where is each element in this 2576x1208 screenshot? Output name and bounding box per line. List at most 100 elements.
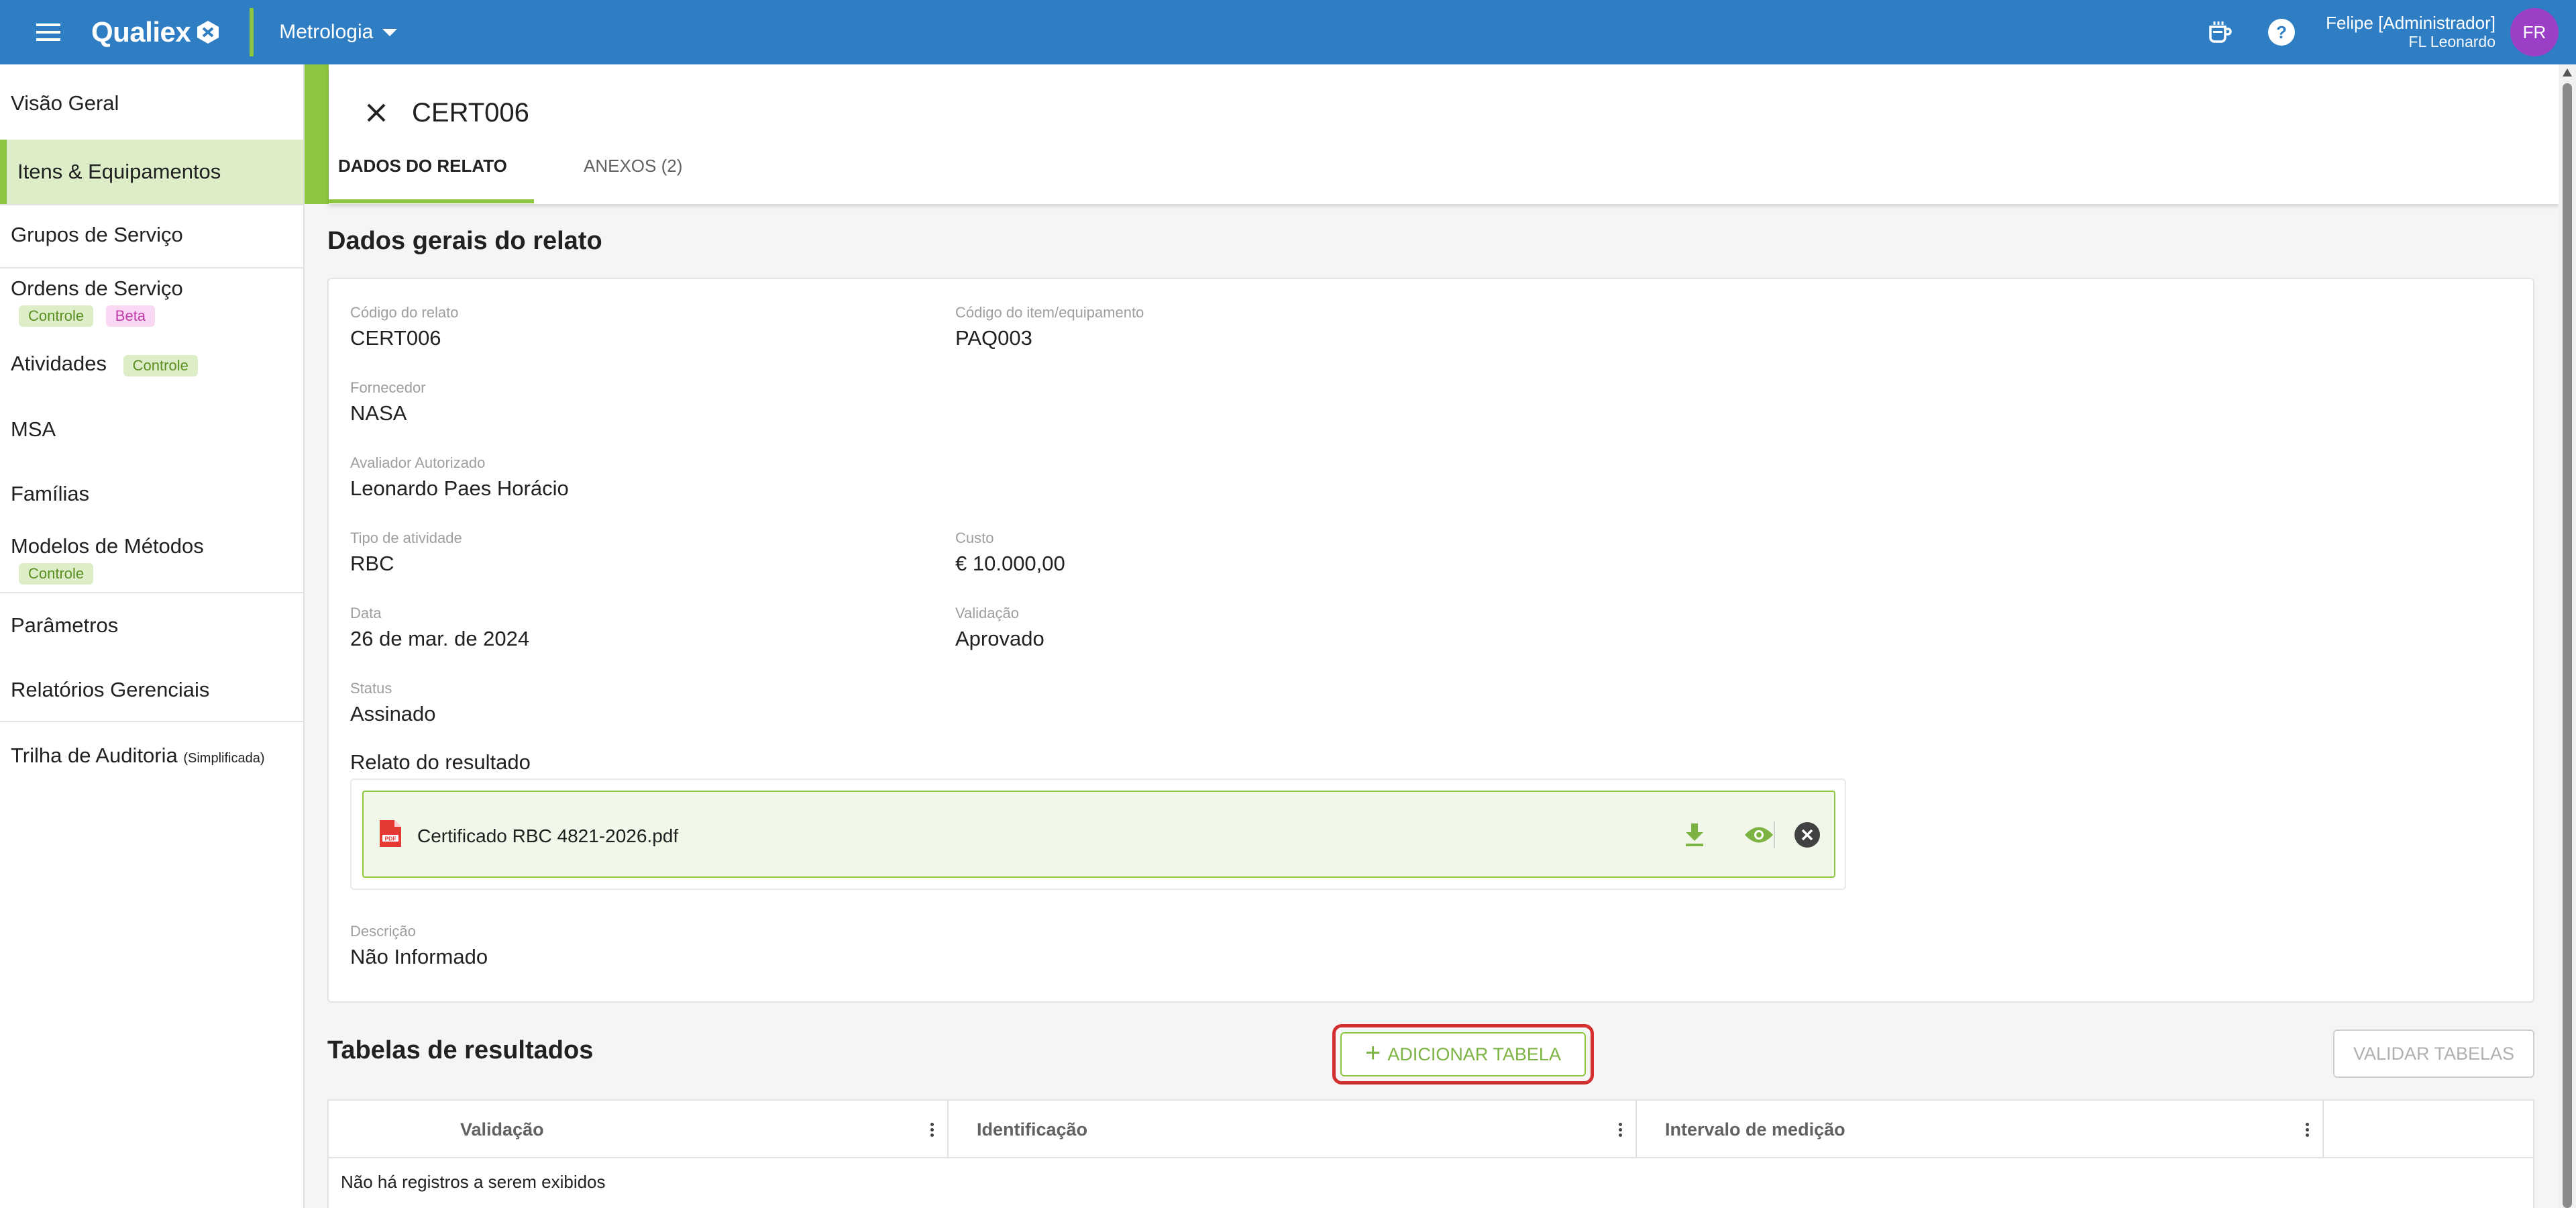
field-value: CERT006 (350, 326, 441, 350)
sidebar-item-label: Itens & Equipamentos (17, 160, 221, 183)
sidebar-item-label: Ordens de Serviço (11, 276, 183, 300)
scroll-up-icon[interactable] (2563, 68, 2572, 77)
field-validacao: Validação Aprovado (955, 604, 1044, 652)
coffee-cup-icon[interactable] (2200, 12, 2240, 52)
module-selector[interactable]: Metrologia (279, 21, 398, 44)
sidebar-item-label: Famílias (11, 482, 90, 505)
header-accent-strip (305, 64, 329, 204)
avatar[interactable]: FR (2510, 8, 2559, 56)
field-label: Status (350, 680, 392, 697)
remove-icon[interactable] (1788, 816, 1826, 854)
sidebar-item-label: Visão Geral (11, 91, 119, 115)
topbar-divider (250, 8, 254, 56)
field-label: Descrição (350, 923, 416, 940)
field-value: Aprovado (955, 627, 1044, 650)
column-header-intervalo[interactable]: Intervalo de medição (1665, 1101, 1845, 1158)
download-icon[interactable] (1676, 816, 1713, 854)
view-icon[interactable] (1740, 816, 1778, 854)
sidebar-item-ordens-servico[interactable]: Ordens de Serviço Controle Beta (0, 276, 303, 327)
field-label: Fornecedor (350, 379, 426, 396)
field-label: Data (350, 605, 382, 621)
sidebar-item-familias[interactable]: Famílias (0, 482, 303, 506)
validate-tables-button[interactable]: VALIDAR TABELAS (2333, 1029, 2534, 1078)
scrollbar-thumb[interactable] (2563, 83, 2572, 1208)
sidebar-item-visao-geral[interactable]: Visão Geral (0, 91, 303, 118)
sidebar-item-itens-equipamentos[interactable]: Itens & Equipamentos (0, 140, 303, 204)
field-value: Leonardo Paes Horácio (350, 476, 569, 500)
vertical-scrollbar[interactable] (2559, 64, 2576, 1208)
column-header-identificacao[interactable]: Identificação (977, 1101, 1087, 1158)
field-label: Código do relato (350, 304, 459, 321)
column-header-validacao[interactable]: Validação (460, 1101, 544, 1158)
sidebar-divider (0, 721, 303, 722)
field-label: Tipo de atividade (350, 530, 462, 546)
sidebar-item-grupos-servico[interactable]: Grupos de Serviço (0, 223, 303, 250)
chevron-down-icon (382, 28, 398, 36)
plus-icon: + (1365, 1038, 1381, 1068)
results-table: Validação Identificação Intervalo de med… (327, 1099, 2534, 1208)
sidebar-item-atividades[interactable]: Atividades Controle (0, 352, 303, 376)
field-value: RBC (350, 552, 394, 575)
sidebar-item-suffix: (Simplificada) (183, 751, 265, 766)
record-header (329, 64, 2560, 204)
field-label: Avaliador Autorizado (350, 454, 486, 471)
field-label: Validação (955, 605, 1019, 621)
sidebar-item-modelos-metodos[interactable]: Modelos de Métodos Controle (0, 534, 303, 585)
results-tables-title: Tabelas de resultados (327, 1036, 594, 1064)
menu-icon[interactable] (28, 12, 68, 52)
add-table-button[interactable]: + ADICIONAR TABELA (1340, 1032, 1586, 1076)
user-info[interactable]: Felipe [Administrador] FL Leonardo (2326, 13, 2496, 51)
attachment-container: PDF Certificado RBC 4821-2026.pdf (350, 778, 1846, 890)
tab-anexos[interactable]: ANEXOS (2) (584, 156, 682, 177)
sidebar-item-label: Trilha de Auditoria (11, 744, 178, 767)
field-fornecedor: Fornecedor NASA (350, 379, 426, 427)
logo-text: Qualiex (91, 16, 191, 48)
page-title: CERT006 (412, 98, 529, 128)
main-content: CERT006 DADOS DO RELATO ANEXOS (2) Dados… (305, 64, 2576, 1208)
beta-badge: Beta (105, 305, 156, 327)
sidebar-item-msa[interactable]: MSA (0, 417, 303, 442)
column-menu-icon[interactable] (2296, 1118, 2318, 1141)
actions-divider (1774, 821, 1775, 848)
logo-mark-icon (197, 21, 219, 44)
attachment-filename[interactable]: Certificado RBC 4821-2026.pdf (417, 825, 678, 847)
field-status: Status Assinado (350, 679, 436, 727)
field-value: Assinado (350, 702, 436, 725)
controle-badge: Controle (19, 563, 94, 585)
qualiex-logo[interactable]: Qualiex (91, 16, 221, 48)
pdf-icon: PDF (378, 819, 402, 852)
sidebar-item-parametros[interactable]: Parâmetros (0, 613, 303, 638)
field-value: Não Informado (350, 945, 488, 968)
tab-dados-do-relato[interactable]: DADOS DO RELATO (338, 156, 507, 177)
controle-badge: Controle (19, 305, 94, 327)
svg-text:PDF: PDF (385, 836, 396, 842)
field-value: 26 de mar. de 2024 (350, 627, 530, 650)
controle-badge: Controle (123, 355, 198, 376)
sidebar-item-relatorios-gerenciais[interactable]: Relatórios Gerenciais (0, 678, 303, 702)
svg-text:?: ? (2276, 22, 2287, 42)
field-label: Código do item/equipamento (955, 304, 1144, 321)
attachment-file: PDF Certificado RBC 4821-2026.pdf (362, 791, 1835, 878)
sidebar-divider (0, 204, 303, 205)
field-codigo-relato: Código do relato CERT006 (350, 303, 458, 352)
table-header: Validação Identificação Intervalo de med… (329, 1101, 2534, 1158)
add-table-label: ADICIONAR TABELA (1387, 1044, 1561, 1064)
general-data-card: Código do relato CERT006 Código do item/… (327, 278, 2534, 1003)
field-codigo-item: Código do item/equipamento PAQ003 (955, 303, 1144, 352)
general-data-title: Dados gerais do relato (327, 227, 602, 255)
help-icon[interactable]: ? (2261, 12, 2302, 52)
column-divider (947, 1101, 949, 1158)
sidebar-item-trilha-auditoria[interactable]: Trilha de Auditoria (Simplificada) (0, 744, 303, 768)
column-menu-icon[interactable] (920, 1118, 943, 1141)
field-value: PAQ003 (955, 326, 1032, 350)
close-icon[interactable] (358, 95, 394, 131)
field-value: € 10.000,00 (955, 552, 1065, 575)
sidebar-item-label: Parâmetros (11, 613, 119, 637)
column-menu-icon[interactable] (1609, 1118, 1631, 1141)
active-tab-indicator (329, 199, 534, 203)
field-custo: Custo € 10.000,00 (955, 529, 1065, 577)
user-company: FL Leonardo (2408, 33, 2496, 50)
sidebar-divider (0, 592, 303, 593)
empty-table-message: Não há registros a serem exibidos (341, 1172, 606, 1192)
user-name: Felipe [Administrador] (2326, 13, 2496, 33)
